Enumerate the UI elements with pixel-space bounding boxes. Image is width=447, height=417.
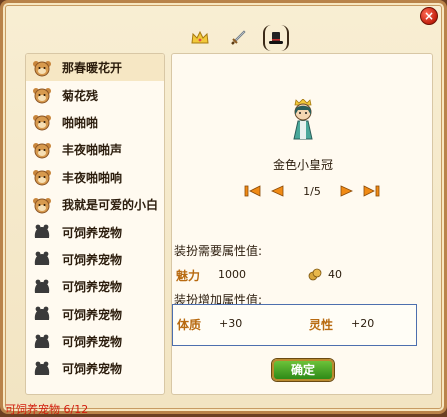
pet-silhouette-icon bbox=[34, 306, 50, 321]
spirit-value: +20 bbox=[351, 317, 375, 330]
pet-face-icon bbox=[33, 88, 51, 104]
pet-list-item-empty[interactable]: 可饲养宠物 bbox=[26, 246, 164, 273]
pet-name: 丰夜啪啪响 bbox=[62, 170, 123, 185]
pet-name: 那春暖花开 bbox=[62, 61, 123, 76]
charm-value: 1000 bbox=[218, 268, 246, 281]
charm-label: 魅力 bbox=[176, 269, 201, 283]
pet-face-icon bbox=[33, 197, 51, 214]
requirements-title: 装扮需要属性值: bbox=[174, 244, 263, 258]
pet-name: 菊花残 bbox=[62, 88, 99, 103]
pet-silhouette-icon bbox=[34, 252, 50, 266]
tab-hat[interactable] bbox=[263, 25, 289, 51]
pet-name: 我就是可爱的小白 bbox=[62, 198, 159, 213]
page-indicator: 1/5 bbox=[303, 184, 321, 198]
tab-crown[interactable] bbox=[187, 25, 213, 51]
pet-name: 可饲养宠物 bbox=[62, 225, 123, 240]
pet-list: 那春暖花开 菊花残 啪啪啪 丰夜啪啪声 丰夜啪啪响 我就是可爱的小白 可饲养宠物… bbox=[25, 53, 165, 395]
prev-page-icon[interactable] bbox=[268, 184, 286, 198]
pet-list-item-empty[interactable]: 可饲养宠物 bbox=[26, 328, 164, 355]
pet-name: 丰夜啪啪声 bbox=[62, 143, 123, 158]
pet-list-item[interactable]: 菊花残 bbox=[26, 81, 164, 108]
pet-name: 可饲养宠物 bbox=[62, 335, 123, 350]
next-page-icon[interactable] bbox=[338, 184, 356, 198]
pet-silhouette-icon bbox=[34, 224, 50, 239]
pet-silhouette-icon bbox=[34, 361, 50, 375]
bonus-box: 体质 +30 灵性 +20 bbox=[172, 304, 417, 346]
item-name: 金色小皇冠 bbox=[272, 158, 333, 172]
pet-list-item-empty[interactable]: 可饲养宠物 bbox=[26, 218, 164, 245]
confirm-button[interactable]: 确定 bbox=[272, 359, 334, 381]
pet-name: 可饲养宠物 bbox=[62, 362, 123, 377]
pet-name: 可饲养宠物 bbox=[62, 307, 123, 322]
requirements-row: 魅力 1000 40 bbox=[176, 267, 426, 283]
pet-name: 可饲养宠物 bbox=[62, 280, 123, 295]
pet-list-item[interactable]: 丰夜啪啪声 bbox=[26, 136, 164, 163]
first-page-icon[interactable] bbox=[244, 184, 262, 198]
pet-list-item[interactable]: 丰夜啪啪响 bbox=[26, 164, 164, 191]
item-detail-panel: 金色小皇冠 1/5 装扮需要属性值: 魅力 1000 40 装扮增加属性值: 体… bbox=[171, 53, 433, 395]
spirit-label: 灵性 bbox=[309, 318, 334, 332]
pet-list-item-empty[interactable]: 可饲养宠物 bbox=[26, 301, 164, 328]
pet-face-icon bbox=[33, 170, 51, 186]
pet-face-icon bbox=[33, 142, 51, 159]
pet-list-item[interactable]: 啪啪啪 bbox=[26, 109, 164, 136]
pet-count-footer: 可饲养宠物 6/12 bbox=[5, 403, 89, 416]
coin-value: 40 bbox=[328, 268, 342, 281]
pet-dressup-window: × 那春暖花开 菊花残 啪啪啪 丰夜啪啪声 丰夜啪啪响 我就是可爱的小白 可饲养… bbox=[0, 0, 447, 416]
item-pager: 1/5 bbox=[244, 184, 380, 198]
crown-icon bbox=[191, 31, 209, 44]
tab-bar bbox=[187, 25, 289, 51]
sword-icon bbox=[231, 30, 246, 45]
stamina-label: 体质 bbox=[177, 318, 202, 332]
pet-name: 啪啪啪 bbox=[62, 115, 99, 130]
pet-list-item-empty[interactable]: 可饲养宠物 bbox=[26, 355, 164, 382]
pet-silhouette-icon bbox=[34, 279, 50, 293]
last-page-icon[interactable] bbox=[362, 184, 380, 198]
pet-avatar-with-crown bbox=[293, 99, 313, 140]
tab-sword[interactable] bbox=[225, 25, 251, 51]
close-button[interactable]: × bbox=[420, 7, 438, 25]
pet-list-item-empty[interactable]: 可饲养宠物 bbox=[26, 273, 164, 300]
pet-face-icon bbox=[33, 60, 51, 77]
pet-list-item[interactable]: 我就是可爱的小白 bbox=[26, 191, 164, 218]
pet-face-icon bbox=[33, 115, 51, 131]
pet-list-item[interactable]: 那春暖花开 bbox=[26, 54, 164, 82]
pet-name: 可饲养宠物 bbox=[62, 252, 123, 267]
stamina-value: +30 bbox=[219, 317, 243, 330]
pet-silhouette-icon bbox=[34, 334, 50, 348]
hat-icon bbox=[269, 32, 283, 44]
coin-icon bbox=[308, 268, 322, 281]
